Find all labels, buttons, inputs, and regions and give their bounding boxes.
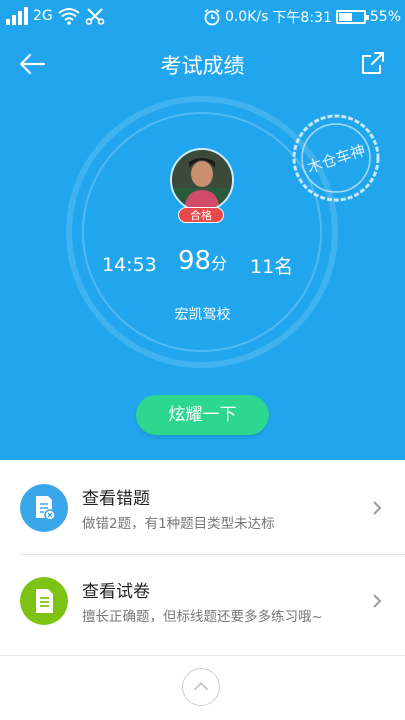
stamp-text: 木仓车神 bbox=[305, 141, 368, 177]
wrong-doc-icon bbox=[20, 484, 68, 532]
time-used: 14:53 bbox=[102, 254, 157, 276]
list-item-title: 查看试卷 bbox=[82, 582, 150, 602]
score-unit: 分 bbox=[211, 254, 228, 273]
page-title: 考试成绩 bbox=[160, 54, 245, 78]
view-exam-paper-item[interactable]: 查看试卷 擅长正确题，但标线题还要多多练习哦~ bbox=[0, 555, 405, 647]
battery-percent: 55% bbox=[369, 9, 401, 25]
title-bar: 考试成绩 bbox=[0, 40, 405, 86]
network-speed: 0.0K/s bbox=[224, 9, 269, 25]
driving-school-name: 宏凯驾校 bbox=[174, 307, 231, 323]
show-off-button[interactable]: 炫耀一下 bbox=[136, 395, 269, 435]
view-wrong-questions-item[interactable]: 查看错题 做错2题，有1种题目类型未达标 bbox=[0, 462, 405, 554]
rank: 11名 bbox=[250, 256, 294, 278]
achievement-stamp: 木仓车神 bbox=[292, 114, 380, 202]
chevron-right-icon bbox=[373, 594, 382, 608]
alarm-clock-icon bbox=[204, 8, 220, 26]
scroll-up-button[interactable] bbox=[182, 668, 220, 706]
result-header-panel: 2G 0.0K/s 下午8:31 55% 考试成绩 木仓车神 合格 14:53 … bbox=[0, 0, 405, 460]
paper-doc-icon bbox=[20, 577, 68, 625]
share-external-icon[interactable] bbox=[361, 51, 385, 75]
network-type: 2G bbox=[33, 8, 53, 24]
clock: 下午8:31 bbox=[272, 10, 332, 26]
battery-icon bbox=[335, 10, 369, 24]
chevron-right-icon bbox=[373, 501, 382, 515]
pass-badge: 合格 bbox=[178, 207, 224, 223]
score: 98分 bbox=[178, 246, 227, 276]
list-item-subtitle: 做错2题，有1种题目类型未达标 bbox=[82, 516, 275, 532]
scissors-icon bbox=[85, 8, 105, 25]
divider bbox=[0, 655, 405, 656]
result-stats: 14:53 98分 11名 bbox=[0, 244, 405, 284]
signal-icon bbox=[6, 7, 28, 25]
list-item-title: 查看错题 bbox=[82, 489, 150, 509]
status-bar: 2G 0.0K/s 下午8:31 55% bbox=[0, 0, 405, 32]
wifi-icon bbox=[58, 8, 80, 25]
avatar bbox=[170, 148, 234, 212]
list-item-subtitle: 擅长正确题，但标线题还要多多练习哦~ bbox=[82, 609, 323, 625]
score-value: 98 bbox=[178, 246, 212, 276]
